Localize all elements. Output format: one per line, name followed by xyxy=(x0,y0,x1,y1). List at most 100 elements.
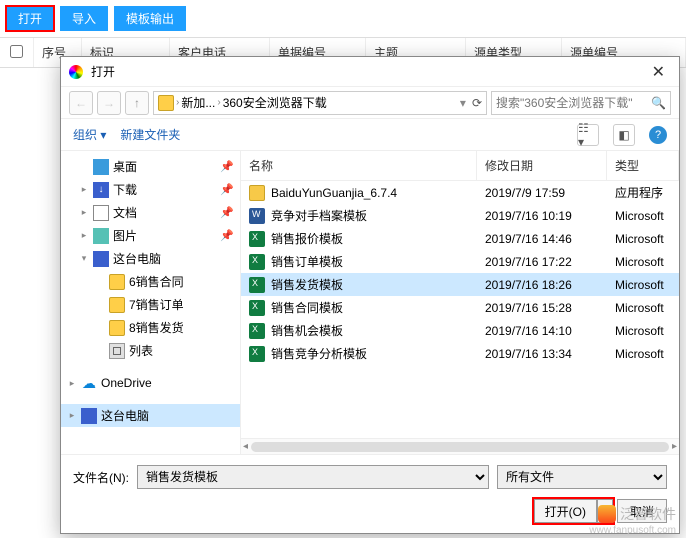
tree-item[interactable]: 桌面📌 xyxy=(61,155,240,178)
horizontal-scrollbar[interactable]: ◂ ▸ xyxy=(241,438,679,454)
search-icon[interactable]: 🔍 xyxy=(651,96,666,110)
file-name: 销售机会模板 xyxy=(271,322,343,339)
dialog-navbar: ← → ↑ › 新加... › 360安全浏览器下载 ▾ ⟳ 搜索"360安全浏… xyxy=(61,87,679,119)
crumb-dropdown-icon[interactable]: ▾ xyxy=(460,96,466,110)
file-list-header: 名称 修改日期 类型 xyxy=(241,151,679,181)
tree-item[interactable]: ▸ ↓下载 📌 xyxy=(61,178,240,201)
download-icon: ↓ xyxy=(93,182,109,198)
folder-icon xyxy=(109,320,125,336)
file-row[interactable]: 销售报价模板2019/7/16 14:46Microsoft xyxy=(241,227,679,250)
open-button[interactable]: 打开 xyxy=(6,6,54,31)
disclosure-icon[interactable]: ▸ xyxy=(79,184,89,195)
open-dropdown-icon[interactable]: ▼ xyxy=(597,499,613,523)
dialog-titlebar: 打开 ✕ xyxy=(61,57,679,87)
import-button[interactable]: 导入 xyxy=(60,6,108,31)
file-list-pane: 名称 修改日期 类型 BaiduYunGuanjia_6.7.42019/7/9… xyxy=(241,151,679,454)
scroll-right-icon[interactable]: ▸ xyxy=(672,441,677,452)
dialog-cancel-button[interactable]: 取消 xyxy=(617,499,667,523)
tree-item[interactable]: 7销售订单 xyxy=(61,293,240,316)
folder-icon xyxy=(109,297,125,313)
xls-file-icon xyxy=(249,231,265,247)
filename-input[interactable]: 销售发货模板 xyxy=(137,465,489,489)
template-output-button[interactable]: 模板输出 xyxy=(114,6,186,31)
doc-icon xyxy=(93,205,109,221)
close-icon[interactable]: ✕ xyxy=(646,60,671,84)
pin-icon: 📌 xyxy=(220,206,234,219)
file-list[interactable]: BaiduYunGuanjia_6.7.42019/7/9 17:59应用程序竞… xyxy=(241,181,679,438)
desktop-icon xyxy=(93,159,109,175)
nav-up-icon[interactable]: ↑ xyxy=(125,91,149,115)
nav-forward-icon[interactable]: → xyxy=(97,91,121,115)
file-row[interactable]: BaiduYunGuanjia_6.7.42019/7/9 17:59应用程序 xyxy=(241,181,679,204)
col-type[interactable]: 类型 xyxy=(607,151,679,180)
file-date: 2019/7/16 17:22 xyxy=(477,252,607,272)
scroll-thumb[interactable] xyxy=(251,442,669,452)
nav-back-icon[interactable]: ← xyxy=(69,91,93,115)
preview-pane-icon[interactable]: ◧ xyxy=(613,124,635,146)
file-type: Microsoft xyxy=(607,275,679,295)
crumb-item[interactable]: 360安全浏览器下载 xyxy=(223,94,327,111)
select-all-checkbox[interactable] xyxy=(10,45,23,58)
tree-item[interactable]: 6销售合同 xyxy=(61,270,240,293)
file-row[interactable]: 销售竞争分析模板2019/7/16 13:34Microsoft xyxy=(241,342,679,365)
file-type: Microsoft xyxy=(607,298,679,318)
col-date[interactable]: 修改日期 xyxy=(477,151,607,180)
pin-icon: 📌 xyxy=(220,229,234,242)
file-date: 2019/7/16 13:34 xyxy=(477,344,607,364)
file-row[interactable]: 销售机会模板2019/7/16 14:10Microsoft xyxy=(241,319,679,342)
crumb-item[interactable]: 新加... xyxy=(181,94,215,111)
exe-file-icon xyxy=(249,185,265,201)
tree-item[interactable]: ▸文档📌 xyxy=(61,201,240,224)
col-name[interactable]: 名称 xyxy=(241,151,477,180)
pc-icon xyxy=(81,408,97,424)
tree-item-label: OneDrive xyxy=(101,376,152,390)
file-name: 销售发货模板 xyxy=(271,276,343,293)
scroll-left-icon[interactable]: ◂ xyxy=(243,441,248,452)
file-type: 应用程序 xyxy=(607,181,679,204)
tree-item[interactable]: 列表 xyxy=(61,339,240,362)
folder-tree[interactable]: 桌面📌▸↓下载📌▸文档📌▸图片📌▾这台电脑6销售合同7销售订单8销售发货列表▸☁… xyxy=(61,151,241,454)
file-row[interactable]: 销售合同模板2019/7/16 15:28Microsoft xyxy=(241,296,679,319)
disclosure-icon[interactable]: ▸ xyxy=(79,230,89,241)
app-logo-icon xyxy=(69,65,83,79)
file-type: Microsoft xyxy=(607,206,679,226)
open-button-group: 打开(O) ▼ xyxy=(534,499,613,523)
file-name: 销售竞争分析模板 xyxy=(271,345,367,362)
tree-item[interactable]: ▸这台电脑 xyxy=(61,404,240,427)
tree-item[interactable]: ▸ 图片 📌 xyxy=(61,224,240,247)
tree-item[interactable]: ▾这台电脑 xyxy=(61,247,240,270)
refresh-icon[interactable]: ⟳ xyxy=(472,96,482,110)
tree-item-label: 图片 xyxy=(113,227,137,244)
xls-file-icon xyxy=(249,346,265,362)
file-row[interactable]: 销售订单模板2019/7/16 17:22Microsoft xyxy=(241,250,679,273)
breadcrumb[interactable]: › 新加... › 360安全浏览器下载 ▾ ⟳ xyxy=(153,91,487,115)
file-date: 2019/7/16 15:28 xyxy=(477,298,607,318)
help-icon[interactable]: ? xyxy=(649,126,667,144)
search-input[interactable]: 搜索"360安全浏览器下载" 🔍 xyxy=(491,91,671,115)
xls-file-icon xyxy=(249,254,265,270)
organize-menu[interactable]: 组织 ▾ xyxy=(73,126,106,143)
file-type: Microsoft xyxy=(607,229,679,249)
new-folder-button[interactable]: 新建文件夹 xyxy=(120,126,180,143)
dialog-title: 打开 xyxy=(91,63,115,80)
disclosure-icon[interactable]: ▸ xyxy=(79,207,89,218)
file-row[interactable]: 竞争对手档案模板2019/7/16 10:19Microsoft xyxy=(241,204,679,227)
file-name: 销售报价模板 xyxy=(271,230,343,247)
tree-item[interactable]: 8销售发货 xyxy=(61,316,240,339)
filetype-select[interactable]: 所有文件 xyxy=(497,465,667,489)
tree-item-label: 桌面 xyxy=(113,158,137,175)
tree-item-label: 下载 xyxy=(113,181,137,198)
file-type: Microsoft xyxy=(607,321,679,341)
disclosure-icon[interactable]: ▸ xyxy=(67,378,77,389)
file-row[interactable]: 销售发货模板2019/7/16 18:26Microsoft xyxy=(241,273,679,296)
disclosure-icon[interactable]: ▸ xyxy=(67,410,77,421)
dialog-open-button[interactable]: 打开(O) xyxy=(534,499,597,523)
filename-label: 文件名(N): xyxy=(73,469,129,486)
disclosure-icon[interactable]: ▾ xyxy=(79,253,89,264)
doc-file-icon xyxy=(249,208,265,224)
pin-icon: 📌 xyxy=(220,183,234,196)
onedrive-icon: ☁ xyxy=(81,375,97,391)
tree-item[interactable]: ▸ ☁ OneDrive xyxy=(61,372,240,394)
pic-icon xyxy=(93,228,109,244)
view-options-icon[interactable]: ☷ ▾ xyxy=(577,124,599,146)
